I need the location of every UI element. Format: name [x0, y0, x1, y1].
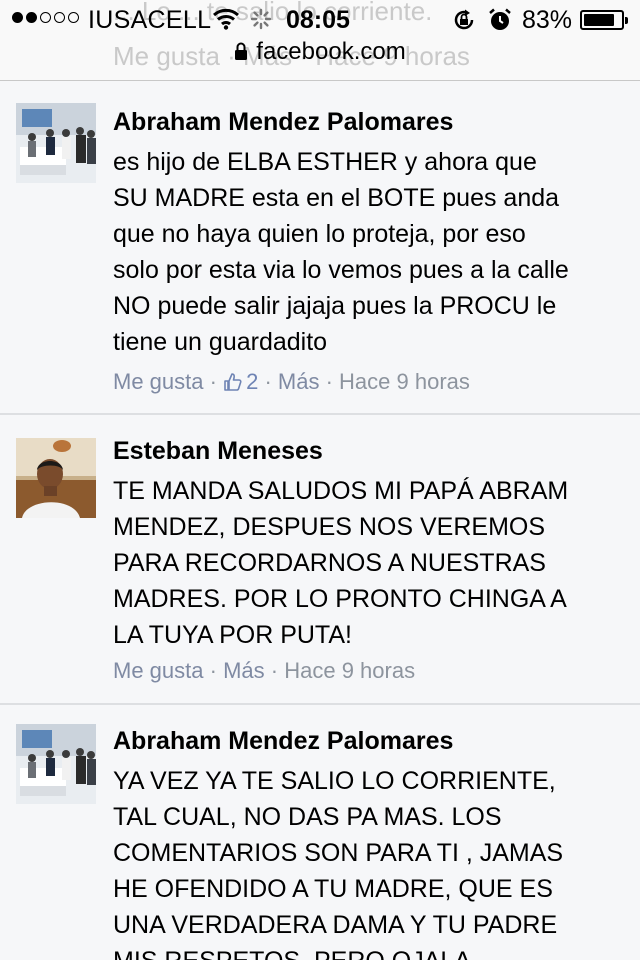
comment-line: NO puede salir jajaja pues la PROCU le — [113, 292, 557, 320]
comment-line: UNA VERDADERA DAMA Y TU PADRE — [113, 911, 558, 939]
more-button[interactable]: Más — [278, 369, 320, 394]
comment-line: HE OFENDIDO A TU MADRE, QUE ES — [113, 875, 553, 903]
comment-feed: Abraham Mendez Palomares es hijo de ELBA… — [0, 80, 640, 960]
avatar[interactable] — [16, 438, 96, 518]
rotation-lock-icon — [452, 8, 476, 39]
comment: Abraham Mendez Palomares es hijo de ELBA… — [0, 80, 640, 415]
battery-icon — [580, 10, 628, 30]
wifi-icon — [213, 8, 239, 37]
comment-line: MENDEZ, DESPUES NOS VEREMOS — [113, 513, 546, 541]
padlock-icon — [234, 40, 248, 68]
comment-text: YA VEZ YA TE SALIO LO CORRIENTE, TAL CUA… — [113, 763, 633, 960]
avatar[interactable] — [16, 103, 96, 183]
comment-line: COMENTARIOS SON PARA TI , JAMAS — [113, 839, 564, 867]
comment-text: es hijo de ELBA ESTHER y ahora que SU MA… — [113, 144, 633, 360]
comment-line: tiene un guardadito — [113, 328, 328, 356]
comment-author[interactable]: Esteban Meneses — [113, 437, 323, 466]
comment-line: que no haya quien lo proteja, por eso — [113, 220, 526, 248]
comment-line: es hijo de ELBA ESTHER y ahora que — [113, 148, 537, 176]
comment-time: Hace 9 horas — [339, 369, 470, 394]
like-count-value: 2 — [246, 369, 259, 394]
comment-time: Hace 9 horas — [284, 658, 416, 683]
comment-line: TAL CUAL, NO DAS PA MAS. LOS — [113, 803, 502, 831]
comment-line: YA VEZ YA TE SALIO LO CORRIENTE, — [113, 767, 556, 795]
battery-percentage: 83% — [522, 6, 573, 34]
more-button[interactable]: Más — [223, 658, 265, 683]
clock: 08:05 — [286, 6, 350, 34]
status-bar: IUSACELL 08:05 83% — [0, 0, 640, 40]
browser-top-bar: ... Lo ... te salio lo corriente. Me gus… — [0, 0, 640, 81]
comment-author[interactable]: Abraham Mendez Palomares — [113, 727, 453, 756]
comment-line: solo por esta via lo vemos pues a la cal… — [113, 256, 569, 284]
comment-line: LA TUYA POR PUTA! — [113, 621, 352, 649]
comment-line: TE MANDA SALUDOS MI PAPÁ ABRAM — [113, 477, 569, 505]
like-count[interactable]: 2 — [223, 369, 264, 394]
comment-actions: Me gusta · Más · Hace 9 horas — [113, 658, 416, 683]
comment: Esteban Meneses TE MANDA SALUDOS MI PAPÁ… — [0, 415, 640, 705]
url-text: facebook.com — [256, 38, 406, 65]
comment: Abraham Mendez Palomares YA VEZ YA TE SA… — [0, 705, 640, 960]
comment-line: MADRES. POR LO PRONTO CHINGA A — [113, 585, 567, 613]
comment-author[interactable]: Abraham Mendez Palomares — [113, 108, 453, 137]
signal-strength-icon — [12, 12, 79, 23]
comment-line: MIS RESPETOS, PERO OJALA — [113, 943, 633, 960]
avatar[interactable] — [16, 724, 96, 804]
comment-actions: Me gusta · 2 · Más · Hace 9 horas — [113, 369, 470, 398]
screen: ... Lo ... te salio lo corriente. Me gus… — [0, 0, 640, 960]
thumbs-up-icon — [223, 372, 243, 398]
like-button[interactable]: Me gusta — [113, 658, 204, 683]
url-bar[interactable]: facebook.com — [0, 38, 640, 72]
activity-spinner-icon — [250, 8, 272, 37]
alarm-icon — [488, 8, 512, 39]
carrier-name: IUSACELL — [88, 6, 212, 34]
comment-line: PARA RECORDARNOS A NUESTRAS — [113, 549, 546, 577]
like-button[interactable]: Me gusta — [113, 369, 204, 394]
comment-line: SU MADRE esta en el BOTE pues anda — [113, 184, 560, 212]
comment-text: TE MANDA SALUDOS MI PAPÁ ABRAM MENDEZ, D… — [113, 473, 633, 653]
